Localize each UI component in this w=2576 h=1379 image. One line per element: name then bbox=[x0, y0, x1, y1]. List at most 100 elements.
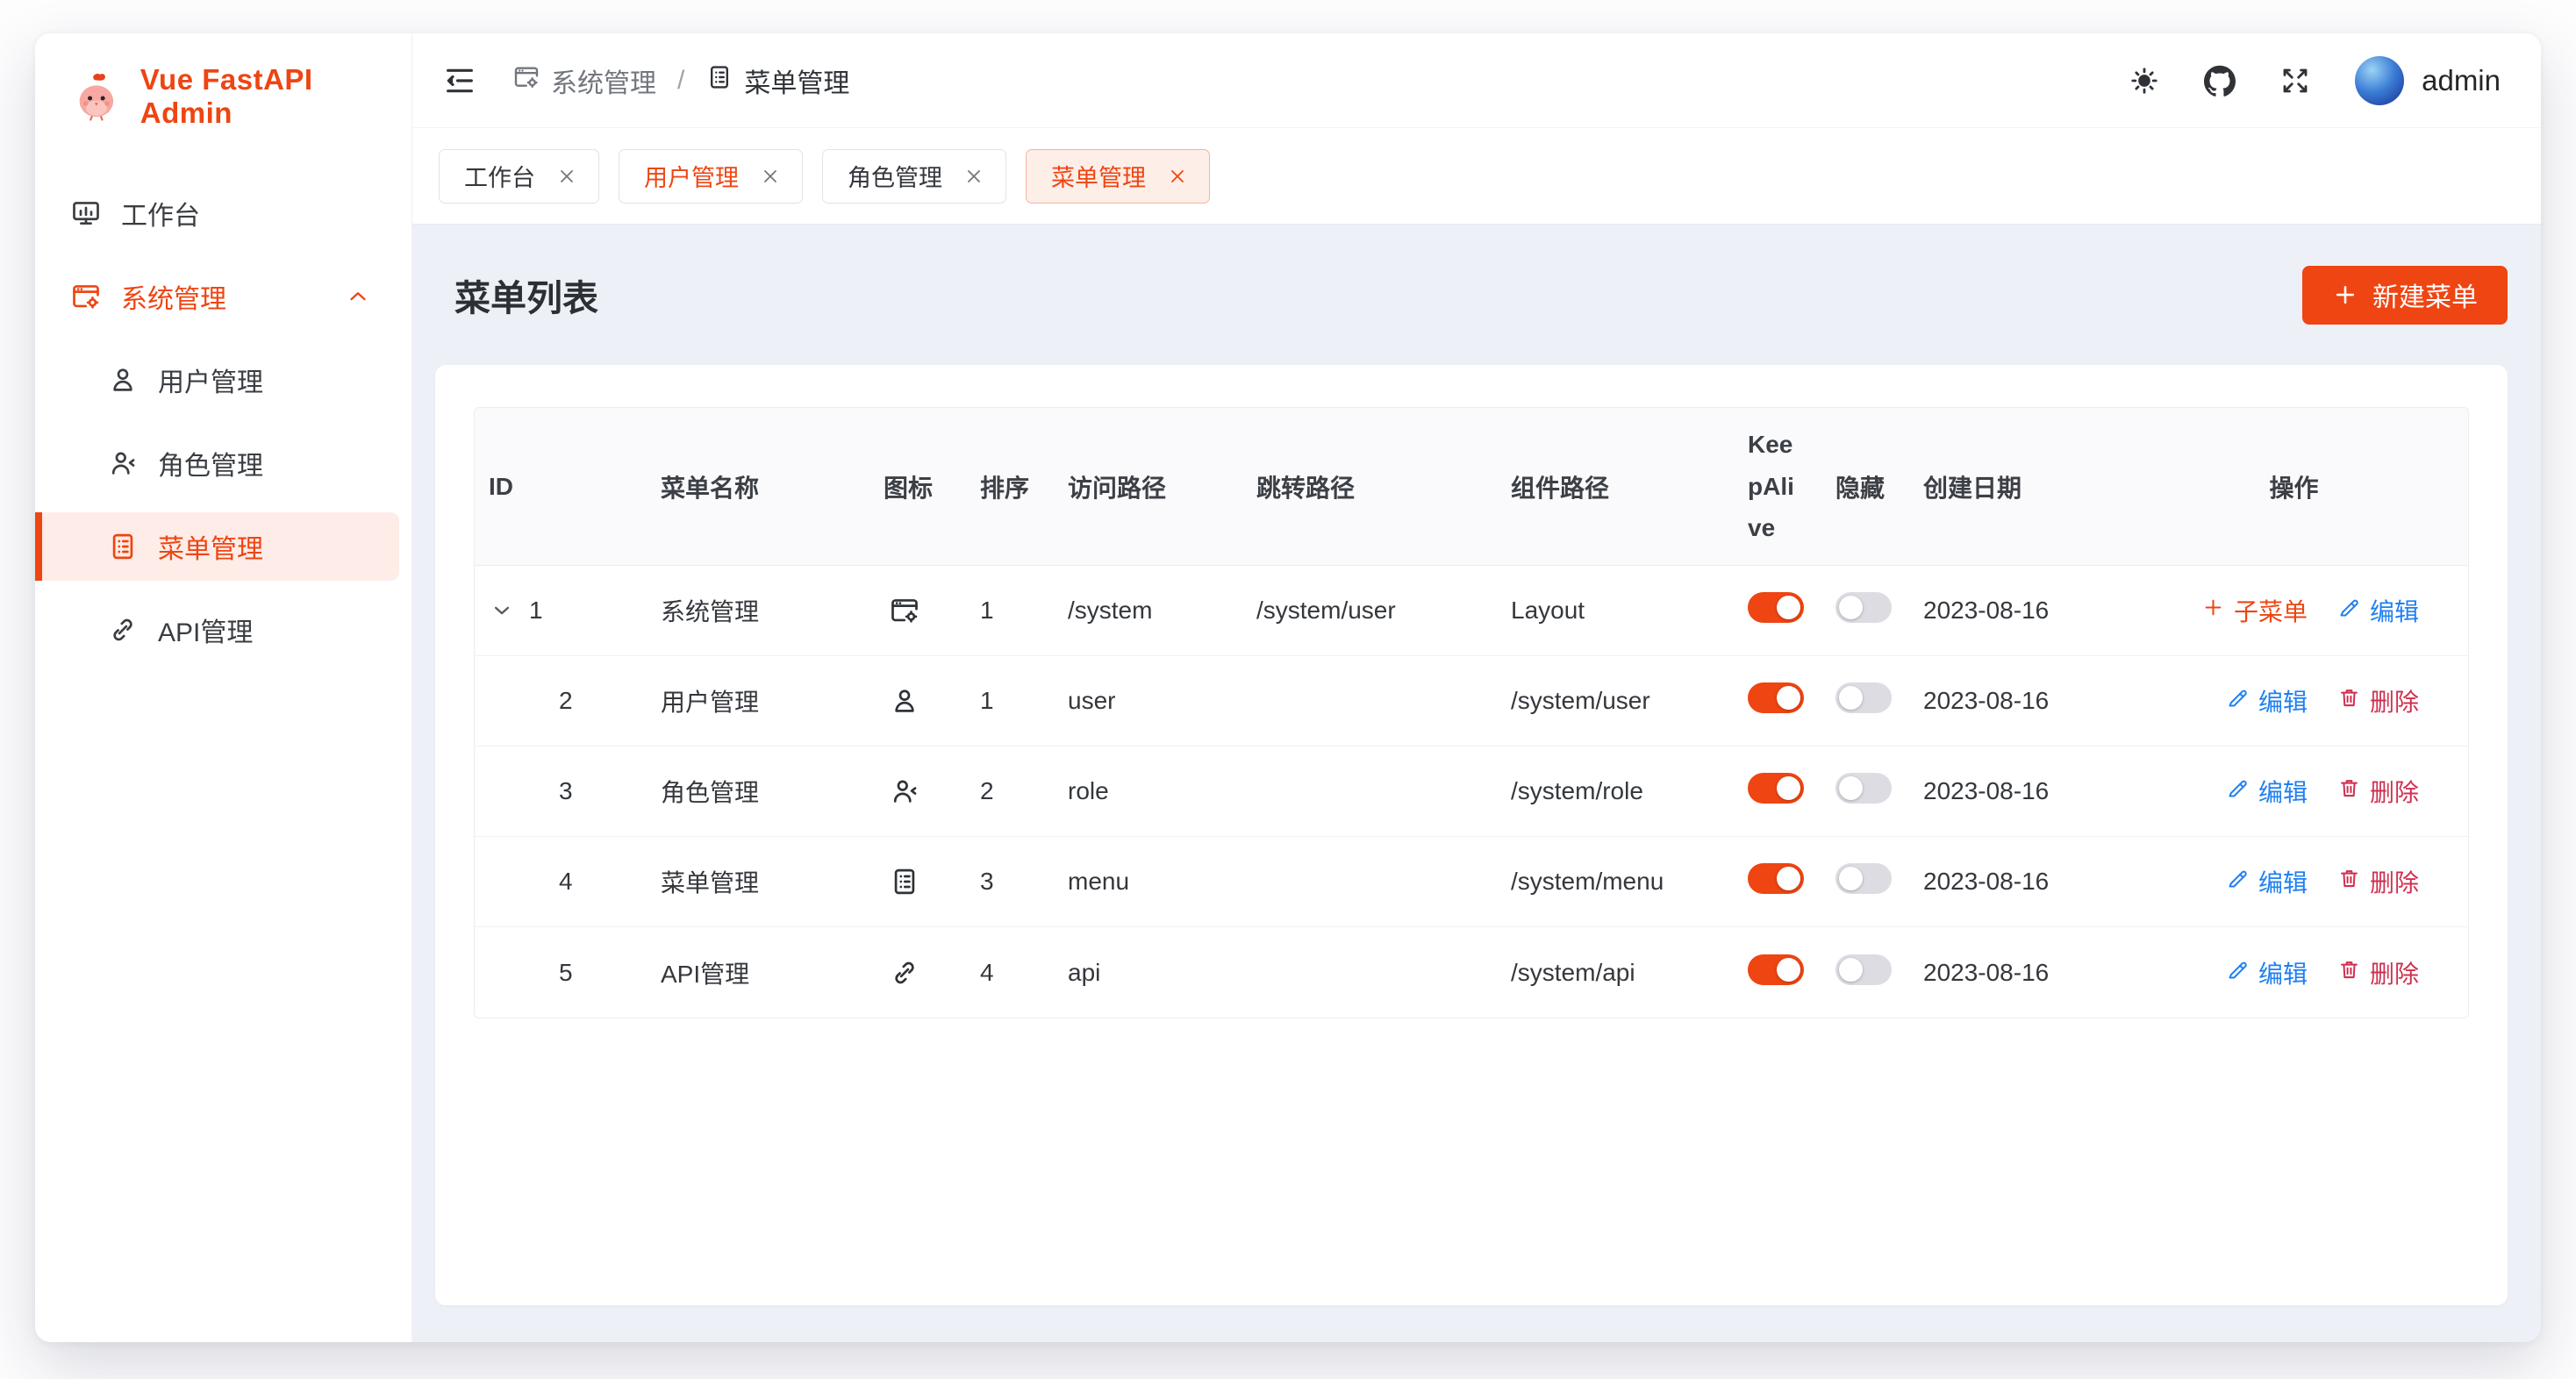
create-menu-button[interactable]: 新建菜单 bbox=[2302, 266, 2508, 325]
keepalive-switch-on[interactable] bbox=[1748, 592, 1804, 623]
row-id: 5 bbox=[559, 959, 573, 987]
window-gear-icon bbox=[70, 281, 102, 312]
edit-button[interactable]: 编辑 bbox=[2226, 683, 2308, 718]
plus-icon bbox=[2201, 596, 2225, 625]
cell-component-value: Layout bbox=[1511, 597, 1585, 624]
user-icon bbox=[107, 364, 139, 396]
column-header-label: 跳转路径 bbox=[1256, 475, 1355, 502]
breadcrumb-separator: / bbox=[677, 66, 684, 96]
cell-path: /system bbox=[1054, 566, 1242, 656]
hidden-switch-off[interactable] bbox=[1835, 863, 1892, 894]
brand[interactable]: Vue FastAPI Admin bbox=[35, 33, 411, 130]
breadcrumb-label: 系统管理 bbox=[551, 61, 656, 100]
hidden-switch-off[interactable] bbox=[1835, 773, 1892, 804]
sidebar-item-role[interactable]: 角色管理 bbox=[35, 429, 399, 497]
fullscreen-button[interactable] bbox=[2279, 65, 2311, 96]
row-expander-icon[interactable] bbox=[489, 597, 515, 624]
column-header-操作: 操作 bbox=[2120, 408, 2468, 566]
delete-button[interactable]: 删除 bbox=[2337, 774, 2419, 809]
cell-redirect: /system/user bbox=[1242, 566, 1497, 656]
chicken-logo-icon bbox=[68, 68, 125, 125]
cell-actions: 编辑 删除 bbox=[2120, 837, 2468, 927]
column-header-创建日期: 创建日期 bbox=[1909, 408, 2120, 566]
theme-toggle-button[interactable] bbox=[2129, 65, 2160, 96]
tab-菜单管理[interactable]: 菜单管理 bbox=[1026, 149, 1210, 204]
chevron-up-icon bbox=[345, 283, 371, 310]
cell-icon bbox=[869, 566, 966, 656]
sidebar-item-label: 菜单管理 bbox=[158, 527, 263, 566]
user-menu[interactable]: admin bbox=[2355, 56, 2501, 105]
column-header-排序: 排序 bbox=[966, 408, 1054, 566]
sidebar-item-api[interactable]: API管理 bbox=[35, 596, 399, 664]
hidden-switch-off[interactable] bbox=[1835, 682, 1892, 713]
hidden-switch-off[interactable] bbox=[1835, 592, 1892, 623]
close-icon[interactable] bbox=[760, 166, 781, 187]
menu-table-body: 1系统管理1/system/system/userLayout2023-08-1… bbox=[475, 566, 2468, 1018]
cell-order-value: 4 bbox=[980, 959, 994, 986]
breadcrumb-item[interactable]: 菜单管理 bbox=[705, 61, 849, 100]
edit-button[interactable]: 编辑 bbox=[2226, 955, 2308, 990]
close-icon[interactable] bbox=[556, 166, 577, 187]
sidebar-item-label: 角色管理 bbox=[158, 444, 263, 482]
collapse-sidebar-button[interactable] bbox=[442, 63, 477, 98]
keepalive-switch-on[interactable] bbox=[1748, 773, 1804, 804]
row-id: 2 bbox=[559, 687, 573, 715]
pencil-icon bbox=[2337, 596, 2361, 625]
close-icon[interactable] bbox=[963, 166, 984, 187]
keepalive-switch-on[interactable] bbox=[1748, 863, 1804, 894]
edit-button[interactable]: 编辑 bbox=[2337, 593, 2419, 628]
page-head: 菜单列表 新建菜单 bbox=[435, 225, 2508, 365]
cell-order-value: 1 bbox=[980, 597, 994, 624]
pencil-icon bbox=[2226, 958, 2250, 988]
row-id: 4 bbox=[559, 868, 573, 896]
delete-button[interactable]: 删除 bbox=[2337, 864, 2419, 899]
trash-icon bbox=[2337, 958, 2361, 988]
delete-button[interactable]: 删除 bbox=[2337, 955, 2419, 990]
cell-order: 4 bbox=[966, 927, 1054, 1018]
cell-path-value: menu bbox=[1068, 868, 1129, 895]
keepalive-switch-on[interactable] bbox=[1748, 682, 1804, 713]
github-button[interactable] bbox=[2204, 65, 2236, 96]
table-row: 4菜单管理3menu/system/menu2023-08-16编辑删除 bbox=[475, 837, 2468, 927]
cell-component: /system/role bbox=[1497, 747, 1734, 837]
tab-用户管理[interactable]: 用户管理 bbox=[619, 149, 803, 204]
tab-工作台[interactable]: 工作台 bbox=[439, 149, 599, 204]
table-row: 3角色管理2role/system/role2023-08-16编辑删除 bbox=[475, 747, 2468, 837]
cell-created: 2023-08-16 bbox=[1909, 566, 2120, 656]
row-id: 1 bbox=[529, 597, 543, 625]
keepalive-switch-on[interactable] bbox=[1748, 954, 1804, 985]
sidebar-item-workbench[interactable]: 工作台 bbox=[35, 179, 399, 247]
column-header-label: 访问路径 bbox=[1068, 475, 1166, 502]
tab-label: 菜单管理 bbox=[1051, 159, 1146, 193]
hidden-switch-off[interactable] bbox=[1835, 954, 1892, 985]
edit-button[interactable]: 编辑 bbox=[2226, 864, 2308, 899]
breadcrumb-item[interactable]: 系统管理 bbox=[512, 61, 656, 100]
cell-id: 4 bbox=[475, 837, 647, 927]
monitor-icon bbox=[70, 197, 102, 229]
cell-icon bbox=[869, 927, 966, 1018]
cell-path: user bbox=[1054, 656, 1242, 747]
edit-button[interactable]: 编辑 bbox=[2226, 774, 2308, 809]
table-row: 2用户管理1user/system/user2023-08-16编辑删除 bbox=[475, 656, 2468, 747]
cell-created: 2023-08-16 bbox=[1909, 656, 2120, 747]
menu-name: 角色管理 bbox=[661, 779, 759, 806]
cell-icon bbox=[869, 656, 966, 747]
close-icon[interactable] bbox=[1167, 166, 1188, 187]
sidebar-item-user[interactable]: 用户管理 bbox=[35, 346, 399, 414]
menu-fold-icon bbox=[442, 63, 477, 98]
submenu-button[interactable]: 子菜单 bbox=[2201, 593, 2308, 628]
cell-order: 1 bbox=[966, 656, 1054, 747]
cell-path-value: /system bbox=[1068, 597, 1152, 624]
breadcrumb: 系统管理 / 菜单管理 bbox=[512, 61, 849, 100]
delete-button[interactable]: 删除 bbox=[2337, 683, 2419, 718]
created-date: 2023-08-16 bbox=[1923, 959, 2049, 986]
sidebar-item-system[interactable]: 系统管理 bbox=[35, 262, 399, 331]
tab-角色管理[interactable]: 角色管理 bbox=[822, 149, 1006, 204]
topbar: 系统管理 / 菜单管理 bbox=[412, 33, 2541, 128]
menu-table-head: ID菜单名称图标排序访问路径跳转路径组件路径KeepAlive隐藏创建日期操作 bbox=[475, 408, 2468, 566]
delete-button-label: 删除 bbox=[2370, 864, 2419, 899]
sidebar-item-menu[interactable]: 菜单管理 bbox=[35, 512, 399, 581]
edit-button-label: 编辑 bbox=[2258, 774, 2308, 809]
cell-name: API管理 bbox=[647, 927, 869, 1018]
trash-icon bbox=[2337, 686, 2361, 716]
